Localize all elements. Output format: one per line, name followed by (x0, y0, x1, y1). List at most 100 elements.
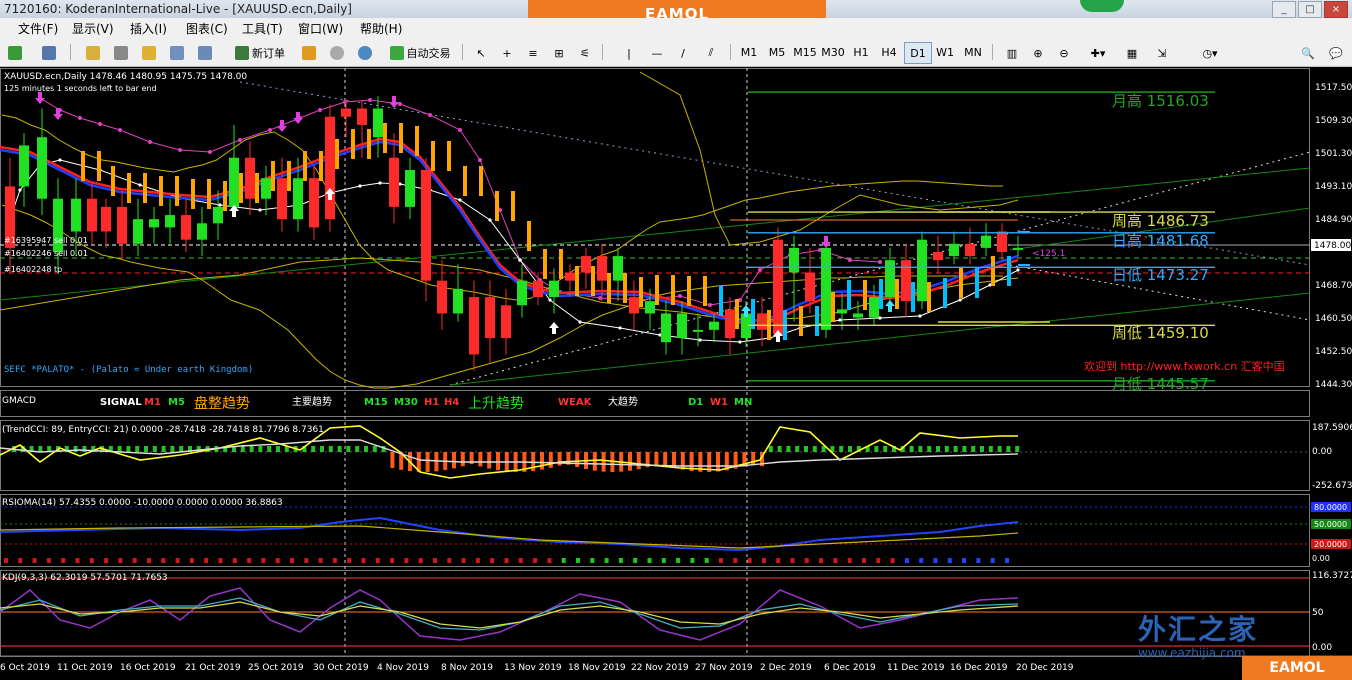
vline-button[interactable]: | (618, 42, 640, 64)
cci-bar (927, 446, 932, 452)
autotrading-button[interactable]: 自动交易 (382, 42, 458, 64)
tf-d1[interactable]: D1 (904, 42, 932, 64)
trailing-stop-point (138, 183, 142, 187)
navigator-button[interactable] (138, 42, 160, 64)
cci-bar (496, 452, 500, 471)
tf-mn[interactable]: MN (960, 42, 986, 62)
chart-area[interactable]: XAUUSD.ecn,Daily 1478.46 1480.95 1475.75… (0, 67, 1352, 680)
trend-bar (879, 279, 883, 309)
order-label: #16402246 sell 0.01 (4, 249, 88, 258)
tf-m15[interactable]: M15 (792, 42, 818, 62)
chart-type-button[interactable]: ▥ (1000, 42, 1024, 64)
candle-body (629, 297, 639, 314)
cci-bar (346, 446, 351, 452)
separator (992, 44, 993, 60)
palato-footer: SEFC *PALATO* - (Palato = Under earth Ki… (4, 365, 253, 375)
rsioma-dot (933, 558, 938, 563)
maximize-icon[interactable]: □ (1298, 1, 1322, 18)
candle-body (229, 157, 239, 207)
menu-window[interactable]: 窗口(W) (298, 20, 343, 37)
tile-windows-icon: ▦ (1126, 46, 1138, 60)
cci-bar (716, 452, 720, 472)
market-button[interactable] (354, 42, 376, 64)
profiles-button[interactable] (36, 42, 62, 64)
tf-m5[interactable]: M5 (764, 42, 790, 62)
rsioma-dot (947, 558, 952, 563)
minimize-icon[interactable]: _ (1272, 1, 1296, 18)
zoom-out-button[interactable]: ⊖ (1052, 42, 1076, 64)
search-button[interactable]: 🔍 (1296, 42, 1320, 64)
tester-icon (198, 46, 212, 60)
data-window-button[interactable] (110, 42, 132, 64)
hline-button[interactable]: ≡ (522, 42, 544, 64)
cci-bar (487, 452, 492, 469)
trailing-stop-point (958, 298, 962, 302)
tf-h4[interactable]: H4 (876, 42, 902, 62)
new-chart-button[interactable] (2, 42, 28, 64)
rsioma-dot (890, 558, 895, 563)
signals-icon (330, 46, 344, 60)
pivot-point (678, 294, 682, 298)
signals-button[interactable] (326, 42, 348, 64)
menu-insert[interactable]: 插入(I) (130, 20, 167, 37)
close-icon[interactable]: × (1324, 1, 1348, 18)
periodicity-button[interactable]: ◷▾ (1194, 42, 1226, 64)
fib-button[interactable]: ⚟ (574, 42, 596, 64)
tf-h1[interactable]: H1 (848, 42, 874, 62)
trend-bar (895, 279, 899, 309)
rsioma-dot (819, 558, 824, 563)
shapes-button[interactable]: ⫽ (700, 42, 722, 64)
cci-bar (1015, 446, 1020, 452)
tester-button[interactable] (194, 42, 216, 64)
menu-file[interactable]: 文件(F) (18, 20, 58, 37)
cci-bar (320, 446, 324, 452)
cci-bar (909, 446, 914, 452)
tf-m1[interactable]: M1 (736, 42, 762, 62)
rsioma-dot (776, 558, 781, 563)
cursor-button[interactable]: ↖ (470, 42, 492, 64)
tile-windows-button[interactable]: ▦ (1120, 42, 1144, 64)
chat-button[interactable]: 💬 (1324, 42, 1348, 64)
tf-m30[interactable]: M30 (820, 42, 846, 62)
auto-scroll-button[interactable]: ⇲ (1150, 42, 1174, 64)
menu-view[interactable]: 显示(V) (72, 20, 114, 37)
chart-header: XAUUSD.ecn,Daily 1478.46 1480.95 1475.75… (4, 72, 247, 82)
period-separator-button[interactable]: ⊞ (548, 42, 570, 64)
candle-body (869, 297, 879, 318)
cci-bar (240, 446, 245, 452)
date-tick: 18 Nov 2019 (568, 663, 626, 673)
trend-bar (319, 151, 323, 181)
indicators-button[interactable]: ✚▾ (1082, 42, 1114, 64)
terminal-button[interactable] (166, 42, 188, 64)
pivot-point (848, 258, 852, 262)
menu-tools[interactable]: 工具(T) (242, 20, 283, 37)
rsioma-dot (404, 558, 409, 563)
rsioma-dot (433, 558, 437, 563)
candle-body (645, 301, 655, 314)
candle-body (709, 321, 719, 330)
cci-bar (276, 446, 280, 452)
metaeditor-icon (302, 46, 316, 60)
rsioma-dot (761, 558, 766, 563)
zoom-in-button[interactable]: ⊕ (1026, 42, 1050, 64)
cursor-icon: ↖ (476, 46, 486, 60)
menu-charts[interactable]: 图表(C) (186, 20, 228, 37)
tf-w1[interactable]: W1 (932, 42, 958, 62)
market-watch-button[interactable] (82, 42, 104, 64)
trend-bar (447, 141, 451, 171)
metaeditor-button[interactable] (298, 42, 320, 64)
cci-bar (38, 446, 43, 452)
menu-help[interactable]: 帮助(H) (360, 20, 402, 37)
crosshair-button[interactable]: + (496, 42, 518, 64)
gmacd-range-text: 盘整趋势 (194, 395, 250, 412)
window-title: 7120160: KoderanInternational-Live - [XA… (4, 2, 352, 16)
watermark-url: www.eazhijia.com (1138, 646, 1246, 660)
cci-bar (390, 452, 395, 468)
trend-bar (111, 166, 115, 196)
trendline-button[interactable]: / (672, 42, 694, 64)
horizontal-line-button[interactable]: — (646, 42, 668, 64)
trailing-stop-point (518, 258, 522, 262)
market-watch-icon (86, 46, 100, 60)
trend-bar (623, 273, 627, 303)
new-order-button[interactable]: 新订单 (228, 42, 292, 64)
